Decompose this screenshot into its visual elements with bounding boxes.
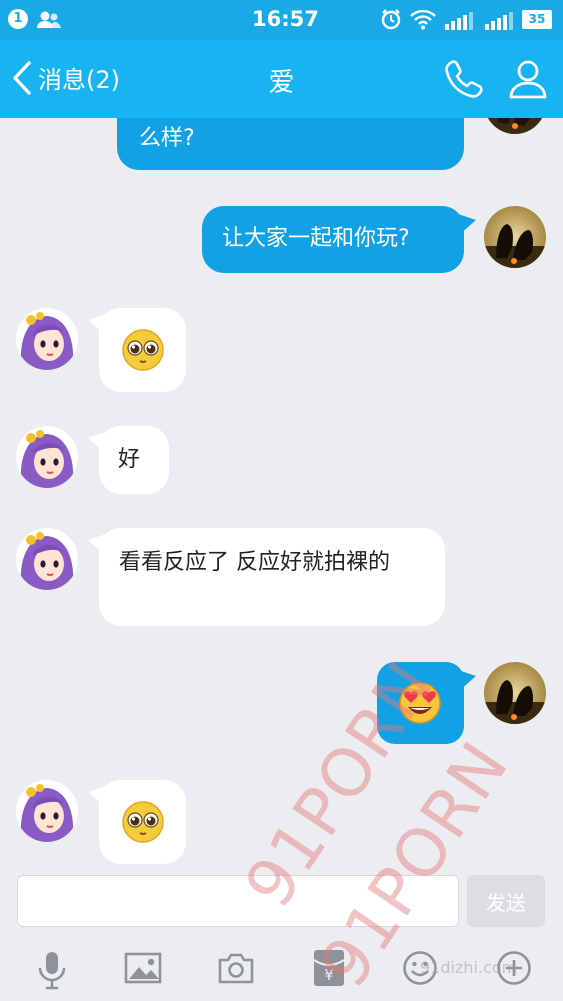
- bubble-tail: [458, 670, 476, 692]
- clock: 16:57: [252, 7, 319, 31]
- innocent-face-emoji-icon: [122, 329, 164, 371]
- message-text: 好: [118, 447, 141, 472]
- alarm-icon: [381, 9, 401, 30]
- anime-girl-avatar-icon: [16, 780, 78, 842]
- chat-header: 消息(2) 爱: [0, 40, 563, 118]
- message-bubble-incoming[interactable]: [99, 780, 186, 864]
- contact-avatar[interactable]: [16, 426, 78, 488]
- penguins-avatar-icon: [484, 206, 546, 268]
- notification-count-badge: 1: [8, 9, 28, 29]
- message-bubble-incoming[interactable]: 看看反应了 反应好就拍裸的: [99, 528, 445, 626]
- anime-girl-avatar-icon: [16, 426, 78, 488]
- message-bubble-incoming[interactable]: [99, 308, 186, 392]
- message-bubble-incoming[interactable]: 好: [99, 426, 169, 494]
- contact-avatar[interactable]: [16, 308, 78, 370]
- penguins-avatar-icon: [484, 662, 546, 724]
- camera-icon[interactable]: [217, 952, 255, 984]
- contact-avatar[interactable]: [16, 528, 78, 590]
- anime-girl-avatar-icon: [16, 528, 78, 590]
- watermark-domain: 91dizhi.com: [420, 958, 518, 977]
- signal-icon-1: [445, 12, 473, 30]
- message-bubble-outgoing[interactable]: 么样?: [117, 118, 464, 170]
- innocent-face-emoji-icon: [122, 801, 164, 843]
- penguins-avatar-icon: [484, 118, 546, 134]
- anime-girl-avatar-icon: [16, 308, 78, 370]
- contacts-icon: [37, 11, 61, 28]
- message-text: 让大家一起和你玩?: [222, 226, 410, 251]
- mic-icon[interactable]: [36, 950, 68, 990]
- message-text: 么样?: [139, 126, 195, 151]
- send-button[interactable]: 发送: [467, 875, 545, 927]
- message-text: 看看反应了 反应好就拍裸的: [119, 550, 390, 575]
- my-avatar[interactable]: [484, 206, 546, 268]
- status-bar: 1 16:57 35: [0, 0, 563, 40]
- signal-icon-2: [485, 12, 513, 30]
- profile-icon[interactable]: [508, 58, 548, 100]
- wifi-icon: [410, 9, 436, 30]
- my-avatar[interactable]: [484, 662, 546, 724]
- message-bubble-outgoing[interactable]: 让大家一起和你玩?: [202, 206, 464, 273]
- bubble-tail: [458, 214, 476, 236]
- image-icon[interactable]: [124, 952, 162, 984]
- battery-level: 35: [522, 10, 552, 29]
- phone-call-icon[interactable]: [444, 58, 486, 100]
- my-avatar[interactable]: [484, 118, 546, 134]
- contact-avatar[interactable]: [16, 780, 78, 842]
